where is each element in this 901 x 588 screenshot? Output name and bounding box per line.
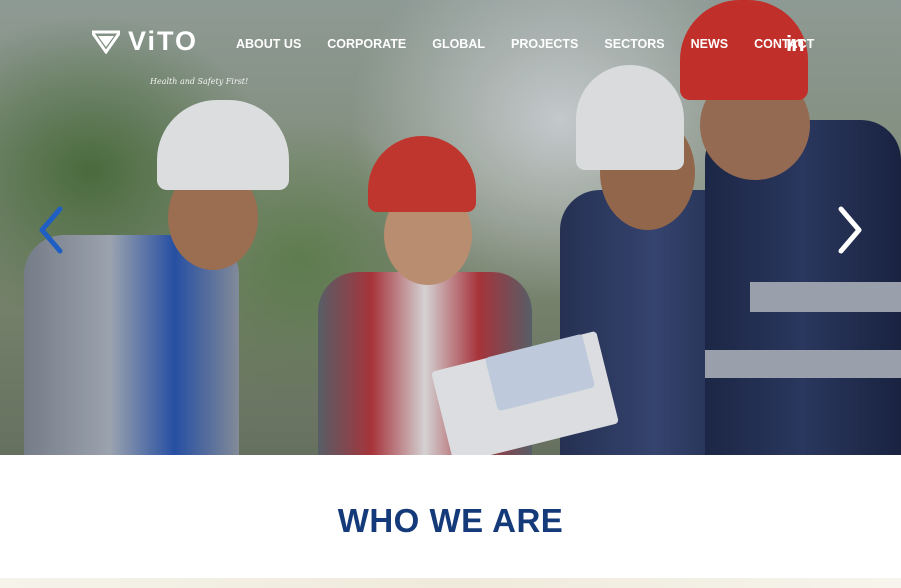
brand-name: ViTO xyxy=(128,26,199,56)
main-nav: ABOUT US CORPORATE GLOBAL PROJECTS SECTO… xyxy=(236,37,814,51)
section-background xyxy=(0,578,901,588)
logo[interactable]: ViTO xyxy=(92,26,198,57)
nav-corporate[interactable]: CORPORATE xyxy=(327,37,406,51)
hero-slider: ViTO Health and Safety First! ABOUT US C… xyxy=(0,0,901,455)
section-title: WHO WE ARE xyxy=(337,502,564,539)
chevron-left-icon[interactable] xyxy=(36,205,66,255)
nav-about-us[interactable]: ABOUT US xyxy=(236,37,301,51)
nav-contact[interactable]: CONTACT xyxy=(754,37,814,51)
linkedin-icon[interactable]: in xyxy=(786,31,805,57)
nav-projects[interactable]: PROJECTS xyxy=(511,37,578,51)
tagline: Health and Safety First! xyxy=(150,77,249,86)
hero-overlay xyxy=(0,0,901,455)
nav-sectors[interactable]: SECTORS xyxy=(604,37,664,51)
nav-news[interactable]: NEWS xyxy=(691,37,729,51)
nav-global[interactable]: GLOBAL xyxy=(432,37,485,51)
logo-icon xyxy=(92,30,120,54)
chevron-right-icon[interactable] xyxy=(835,205,865,255)
